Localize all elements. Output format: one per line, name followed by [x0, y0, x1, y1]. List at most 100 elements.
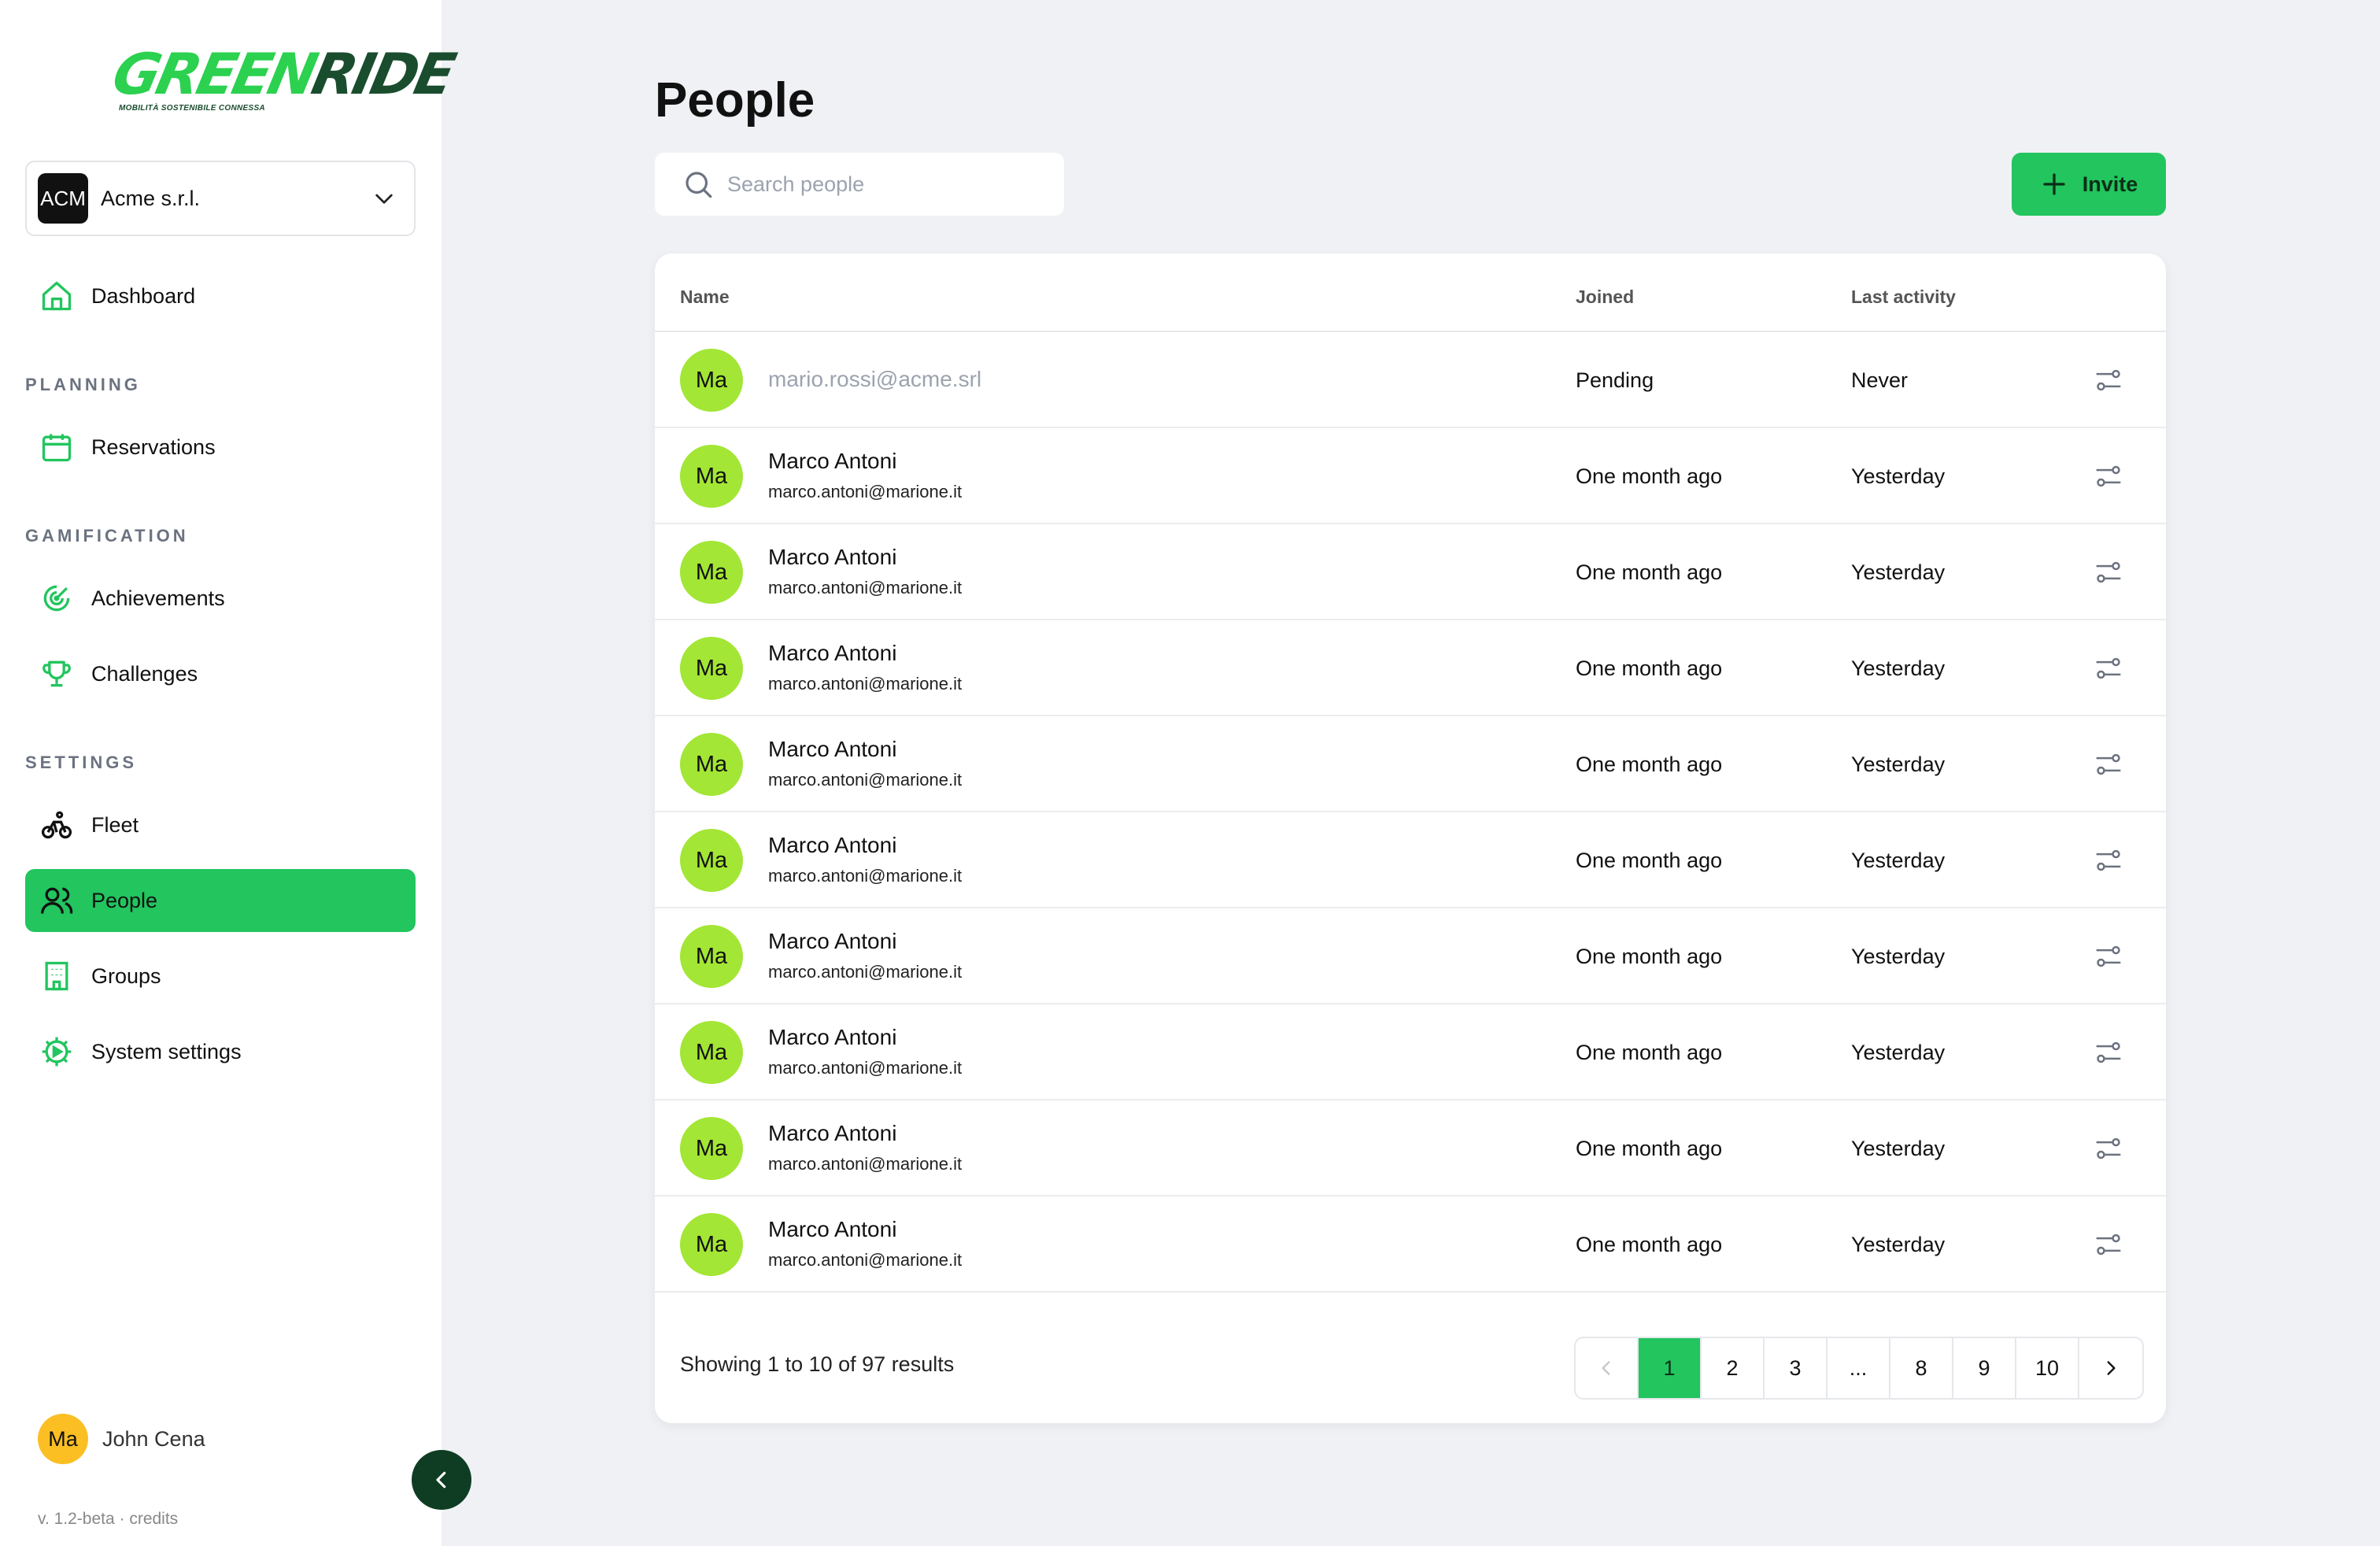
logo-green-text: GREEN [107, 41, 321, 107]
table-row[interactable]: Ma Marco Antoni marco.antoni@marione.it One… [655, 716, 2166, 812]
prev-page-button[interactable] [1576, 1338, 1639, 1398]
row-settings-button[interactable] [2092, 1036, 2125, 1069]
sidebar-item-label: Fleet [91, 812, 139, 837]
avatar: Ma [680, 637, 743, 700]
sliders-icon [2094, 1230, 2123, 1259]
row-email: mario.rossi@acme.srl [768, 367, 982, 391]
calendar-icon [39, 430, 74, 464]
sliders-icon [2094, 365, 2123, 395]
sidebar-item-label: Reservations [91, 435, 216, 459]
sidebar-item-label: System settings [91, 1039, 242, 1063]
invite-button[interactable]: Invite [2012, 153, 2166, 216]
row-settings-button[interactable] [2092, 1228, 2125, 1261]
target-icon [39, 581, 74, 616]
sidebar-item-people[interactable]: People [25, 869, 416, 932]
column-joined[interactable]: Joined [1576, 287, 1634, 308]
sidebar-item-reservations[interactable]: Reservations [25, 416, 416, 479]
row-last-activity: Yesterday [1851, 1137, 1946, 1160]
organization-selector[interactable]: ACM Acme s.r.l. [25, 161, 416, 236]
building-icon [39, 959, 74, 993]
sidebar-item-label: Achievements [91, 586, 225, 610]
sidebar-item-achievements[interactable]: Achievements [25, 567, 416, 630]
org-name: Acme s.r.l. [101, 186, 201, 210]
avatar: Ma [680, 1117, 743, 1180]
table-row[interactable]: Ma Marco Antoni marco.antoni@marione.it One… [655, 620, 2166, 716]
table-row[interactable]: Ma Marco Antoni marco.antoni@marione.it One… [655, 1100, 2166, 1196]
row-last-activity: Yesterday [1851, 560, 1946, 584]
row-last-activity: Yesterday [1851, 1041, 1946, 1064]
column-last-activity[interactable]: Last activity [1851, 287, 1956, 308]
search-box[interactable] [655, 153, 1064, 216]
row-settings-button[interactable] [2092, 460, 2125, 493]
row-name: Marco Antoni [768, 1217, 897, 1241]
row-name: Marco Antoni [768, 1025, 897, 1049]
sidebar-item-system-settings[interactable]: System settings [25, 1020, 416, 1083]
table-row[interactable]: Ma Marco Antoni marco.antoni@marione.it One… [655, 1196, 2166, 1293]
section-planning: PLANNING [25, 375, 141, 394]
sliders-icon [2094, 845, 2123, 875]
row-settings-button[interactable] [2092, 364, 2125, 397]
next-page-button[interactable] [2079, 1338, 2142, 1398]
row-last-activity: Yesterday [1851, 656, 1946, 680]
sliders-icon [2094, 1134, 2123, 1163]
sidebar-item-challenges[interactable]: Challenges [25, 642, 416, 705]
sidebar-item-groups[interactable]: Groups [25, 945, 416, 1008]
page-button[interactable]: 3 [1765, 1338, 1828, 1398]
row-last-activity: Yesterday [1851, 1233, 1946, 1256]
row-email: marco.antoni@marione.it [768, 866, 963, 886]
page-button[interactable]: 9 [1953, 1338, 2016, 1398]
greenride-logo[interactable]: GREENRIDE MOBILITÀ SOSTENIBILE CONNESSA [107, 41, 458, 118]
search-input[interactable] [727, 172, 1026, 197]
row-settings-button[interactable] [2092, 556, 2125, 589]
page-button[interactable]: 2 [1702, 1338, 1765, 1398]
section-settings: SETTINGS [25, 753, 138, 772]
table-row[interactable]: Ma mario.rossi@acme.srl Pending Never [655, 332, 2166, 428]
section-gamification: GAMIFICATION [25, 526, 189, 546]
row-joined: One month ago [1576, 656, 1723, 680]
sidebar-item-fleet[interactable]: Fleet [25, 793, 416, 856]
row-settings-button[interactable] [2092, 748, 2125, 781]
pagination: 1 2 3 ... 8 9 10 [1574, 1337, 2144, 1400]
user-name: John Cena [102, 1426, 205, 1451]
chevron-left-icon [1602, 1361, 1610, 1375]
row-name: Marco Antoni [768, 449, 897, 473]
row-last-activity: Yesterday [1851, 753, 1946, 776]
row-email: marco.antoni@marione.it [768, 1058, 963, 1078]
row-name: Marco Antoni [768, 641, 897, 665]
user-profile[interactable]: Ma John Cena [38, 1414, 205, 1464]
table-header: Name Joined Last activity [655, 253, 2166, 332]
row-email: marco.antoni@marione.it [768, 674, 963, 693]
row-settings-button[interactable] [2092, 1132, 2125, 1165]
row-email: marco.antoni@marione.it [768, 770, 963, 790]
page-button[interactable]: 10 [2016, 1338, 2079, 1398]
row-settings-button[interactable] [2092, 652, 2125, 685]
row-joined: One month ago [1576, 560, 1723, 584]
page-button[interactable]: 1 [1639, 1338, 1702, 1398]
logo-ride-text: RIDE [306, 41, 459, 107]
row-last-activity: Never [1851, 368, 1909, 392]
collapse-sidebar-button[interactable] [412, 1450, 471, 1510]
avatar: Ma [680, 925, 743, 988]
sidebar-item-label: Dashboard [91, 283, 196, 308]
sliders-icon [2094, 1037, 2123, 1067]
column-name[interactable]: Name [680, 287, 730, 308]
row-email: marco.antoni@marione.it [768, 578, 963, 597]
sidebar-item-label: Groups [91, 963, 161, 988]
sidebar: GREENRIDE MOBILITÀ SOSTENIBILE CONNESSA … [0, 0, 458, 1546]
table-row[interactable]: Ma Marco Antoni marco.antoni@marione.it One… [655, 1004, 2166, 1100]
table-row[interactable]: Ma Marco Antoni marco.antoni@marione.it One… [655, 524, 2166, 620]
row-joined: One month ago [1576, 464, 1723, 488]
row-settings-button[interactable] [2092, 940, 2125, 973]
table-row[interactable]: Ma Marco Antoni marco.antoni@marione.it One… [655, 812, 2166, 908]
version-credits[interactable]: v. 1.2-beta · credits [38, 1510, 178, 1529]
row-settings-button[interactable] [2092, 844, 2125, 877]
page-button[interactable]: 8 [1890, 1338, 1953, 1398]
table-row[interactable]: Ma Marco Antoni marco.antoni@marione.it One… [655, 908, 2166, 1004]
avatar: Ma [680, 541, 743, 604]
table-row[interactable]: Ma Marco Antoni marco.antoni@marione.it One… [655, 428, 2166, 524]
sidebar-item-dashboard[interactable]: Dashboard [25, 264, 416, 327]
row-name: Marco Antoni [768, 1121, 897, 1145]
trophy-icon [39, 656, 74, 691]
page-ellipsis: ... [1828, 1338, 1890, 1398]
bicycle-icon [39, 808, 74, 842]
